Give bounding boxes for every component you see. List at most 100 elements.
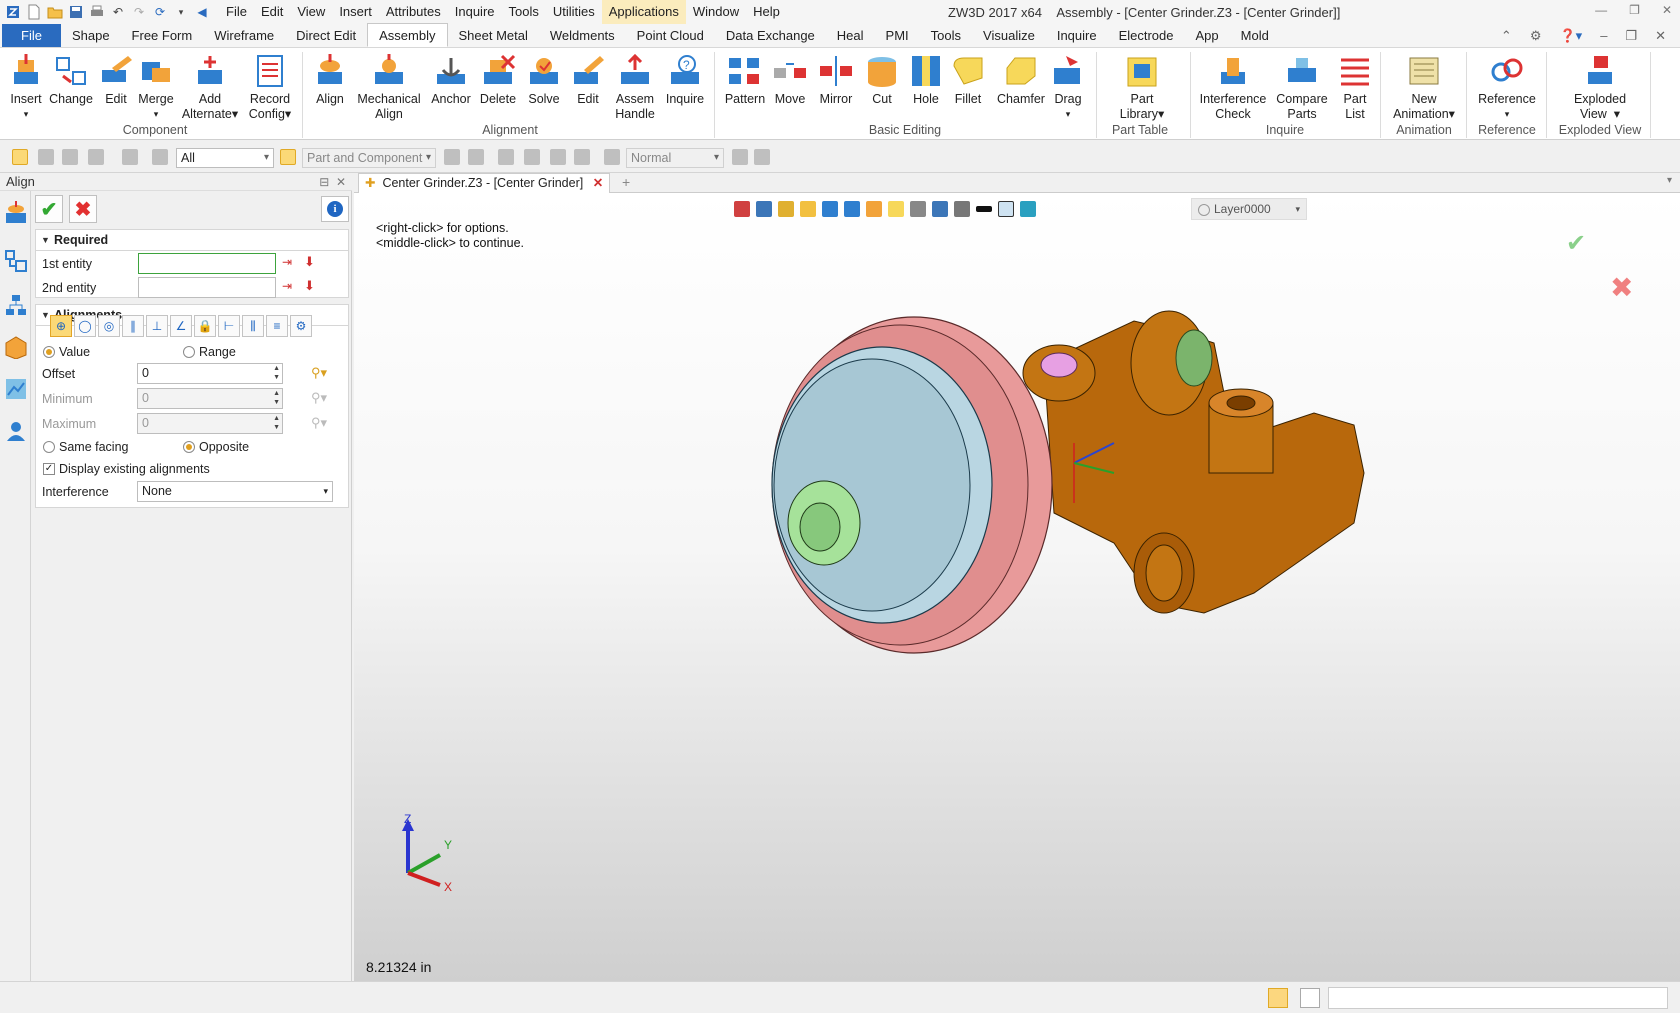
cut-button[interactable]: Cut (864, 54, 900, 107)
lock-icon[interactable]: 🔒 (194, 315, 216, 337)
toolbar-tool-icon[interactable] (574, 149, 590, 165)
print-icon[interactable] (88, 3, 106, 21)
pick-cursor-icon[interactable] (12, 149, 28, 165)
history-tree-icon[interactable] (4, 293, 28, 317)
ok-button[interactable]: ✔ (35, 195, 63, 223)
doc-restore-icon[interactable]: ❐ (1625, 28, 1637, 44)
tab-sheet-metal[interactable]: Sheet Metal (448, 24, 539, 47)
close-icon[interactable]: ✕ (1662, 3, 1672, 17)
doc-minimize-icon[interactable]: – (1600, 28, 1607, 44)
part-box-icon[interactable] (4, 335, 28, 359)
symmetric-icon[interactable]: ≡ (266, 315, 288, 337)
tab-shape[interactable]: Shape (61, 24, 121, 47)
pattern-button[interactable]: Pattern (724, 54, 766, 107)
perpendicular-icon[interactable]: ⊥ (146, 315, 168, 337)
coincident-icon[interactable]: ⊕ (50, 315, 72, 337)
second-entity-pick-icon[interactable]: ⬇ (304, 278, 315, 294)
help-icon[interactable]: ❓▾ (1559, 28, 1582, 44)
restore-icon[interactable]: ❐ (1629, 3, 1640, 17)
assem-handle-button[interactable]: Assem Handle (612, 54, 658, 122)
info-button[interactable]: i (321, 196, 349, 222)
tab-visualize[interactable]: Visualize (972, 24, 1046, 47)
minimum-measure-icon[interactable]: ⚲▾ (311, 390, 327, 406)
menu-view[interactable]: View (290, 0, 332, 24)
record-config-button[interactable]: Record Config▾ (246, 54, 294, 122)
tab-list-icon[interactable]: ▾ (1667, 175, 1672, 186)
menu-help[interactable]: Help (746, 0, 787, 24)
add-pick-icon[interactable] (38, 149, 54, 165)
panel-pin-icon[interactable]: ⊟ (319, 175, 329, 189)
tab-weldments[interactable]: Weldments (539, 24, 626, 47)
parallel-icon[interactable]: ∥ (122, 315, 144, 337)
tangent-icon[interactable]: ◯ (74, 315, 96, 337)
tab-free-form[interactable]: Free Form (121, 24, 204, 47)
remove-pick-icon[interactable] (62, 149, 78, 165)
align-button[interactable]: Align (312, 54, 348, 107)
maximum-field[interactable]: 0 ▲ ▼ (137, 413, 283, 434)
component-filter-icon[interactable] (280, 149, 296, 165)
hole-button[interactable]: Hole (908, 54, 944, 107)
same-facing-radio[interactable] (43, 441, 55, 453)
mechanical-align-button[interactable]: Mechanical Align (356, 54, 422, 122)
filter-icon[interactable] (152, 149, 168, 165)
tab-wireframe[interactable]: Wireframe (203, 24, 285, 47)
regen-icon[interactable]: ⟳ (151, 3, 169, 21)
menu-file[interactable]: File (219, 0, 254, 24)
minimum-field[interactable]: 0 ▲ ▼ (137, 388, 283, 409)
tab-app[interactable]: App (1185, 24, 1230, 47)
pick-box-icon[interactable] (88, 149, 104, 165)
tab-point-cloud[interactable]: Point Cloud (626, 24, 715, 47)
view-manager-icon[interactable] (4, 377, 28, 401)
pick-lasso-icon[interactable] (122, 149, 138, 165)
cam-icon[interactable]: ⚙ (290, 315, 312, 337)
reference-button[interactable]: Reference ▾ (1474, 54, 1540, 122)
panel-close-icon[interactable]: ✕ (336, 175, 346, 189)
minimize-icon[interactable]: ― (1595, 3, 1607, 17)
value-radio[interactable] (43, 346, 55, 358)
align-tool-icon[interactable] (4, 201, 28, 225)
center-icon[interactable]: ⫼ (242, 315, 264, 337)
opposite-radio[interactable] (183, 441, 195, 453)
display-existing-checkbox[interactable]: ✓ (43, 463, 55, 475)
interference-select[interactable]: None ▾ (137, 481, 333, 502)
redo-icon[interactable]: ↷ (130, 3, 148, 21)
new-file-icon[interactable] (25, 3, 43, 21)
doc-close-icon[interactable]: ✕ (1655, 28, 1666, 44)
anchor-button[interactable]: Anchor (430, 54, 472, 107)
interference-check-button[interactable]: Interference Check (1196, 54, 1270, 122)
tab-inquire[interactable]: Inquire (1046, 24, 1108, 47)
drag-button[interactable]: Drag ▾ (1050, 54, 1086, 122)
second-entity-filter-icon[interactable]: ⇥ (282, 279, 292, 293)
maximum-measure-icon[interactable]: ⚲▾ (311, 415, 327, 431)
offset-spinner[interactable]: ▲ ▼ (273, 364, 280, 382)
compare-parts-button[interactable]: Compare Parts (1272, 54, 1332, 122)
new-animation-button[interactable]: New Animation▾ (1388, 54, 1460, 122)
display-mode-icon[interactable] (604, 149, 620, 165)
merge-button[interactable]: Merge ▾ (136, 54, 176, 122)
menu-window[interactable]: Window (686, 0, 746, 24)
first-entity-pick-icon[interactable]: ⬇ (304, 254, 315, 270)
distance-icon[interactable]: ⊢ (218, 315, 240, 337)
menu-tools[interactable]: Tools (502, 0, 546, 24)
toolbar-tool-icon[interactable] (754, 149, 770, 165)
second-entity-field[interactable] (138, 277, 276, 298)
back-arrow-icon[interactable]: ◀ (193, 3, 211, 21)
filter-select[interactable]: All (176, 148, 274, 168)
menu-inquire[interactable]: Inquire (448, 0, 502, 24)
3d-viewport[interactable]: <right-click> for options. <middle-click… (354, 193, 1680, 981)
inquire-alignment-button[interactable]: ? Inquire (664, 54, 706, 107)
status-view-icon[interactable] (1268, 988, 1288, 1008)
cancel-button[interactable]: ✖ (69, 195, 97, 223)
tab-mold[interactable]: Mold (1230, 24, 1280, 47)
open-file-icon[interactable] (46, 3, 64, 21)
tab-heal[interactable]: Heal (826, 24, 875, 47)
edit-component-button[interactable]: Edit (98, 54, 134, 107)
pick-mode-select[interactable]: Part and Component (302, 148, 436, 168)
move-button[interactable]: Move (772, 54, 808, 107)
edit-alignment-button[interactable]: Edit (570, 54, 606, 107)
range-radio[interactable] (183, 346, 195, 358)
dropdown-icon[interactable]: ▾ (172, 3, 190, 21)
first-entity-field[interactable] (138, 253, 276, 274)
tab-file[interactable]: File (2, 24, 61, 47)
change-button[interactable]: Change (49, 54, 93, 107)
